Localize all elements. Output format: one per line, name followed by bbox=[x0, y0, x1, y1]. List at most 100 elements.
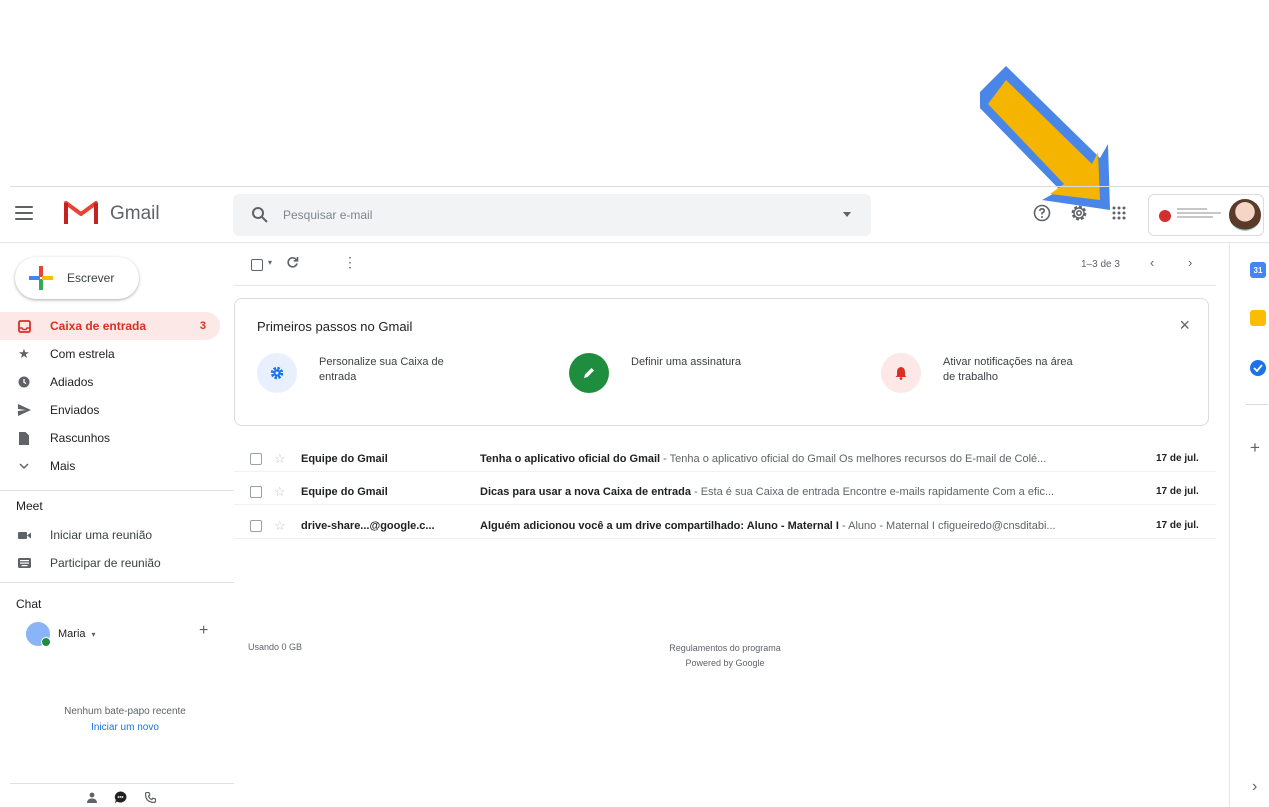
meet-item-label: Participar de reunião bbox=[50, 556, 161, 570]
email-date: 17 de jul. bbox=[1156, 453, 1199, 464]
no-chats-text: Nenhum bate-papo recente bbox=[64, 706, 186, 717]
sidebar-item-snoozed[interactable]: Adiados bbox=[0, 368, 220, 396]
gmail-logo-icon[interactable] bbox=[64, 198, 98, 224]
unread-count-badge: 3 bbox=[199, 320, 206, 332]
email-preview: Alguém adicionou você a um drive compart… bbox=[480, 520, 1120, 532]
email-sender: Equipe do Gmail bbox=[301, 485, 388, 498]
email-snippet: - Esta é sua Caixa de entrada Encontre e… bbox=[690, 485, 1055, 498]
sidebar-item-label: Caixa de entrada bbox=[50, 319, 147, 333]
phone-icon[interactable] bbox=[142, 790, 158, 804]
program-policies-link[interactable]: Regulamentos do programa bbox=[620, 641, 830, 656]
get-addons-plus-icon[interactable]: + bbox=[1250, 438, 1260, 458]
sidebar-item-label: Com estrela bbox=[50, 347, 115, 361]
task-set-signature[interactable]: Definir uma assinatura bbox=[569, 353, 761, 393]
send-icon bbox=[16, 402, 32, 418]
sidebar-item-more[interactable]: Mais bbox=[0, 452, 220, 480]
account-switcher[interactable] bbox=[1148, 194, 1264, 236]
chat-user-status[interactable]: Maria ▾ bbox=[26, 622, 96, 647]
email-subject: Alguém adicionou você a um drive compart… bbox=[480, 519, 839, 532]
video-icon bbox=[16, 531, 32, 540]
compose-label: Escrever bbox=[67, 271, 115, 285]
toolbar-divider bbox=[234, 285, 1216, 286]
rail-divider bbox=[1246, 404, 1268, 405]
search-icon[interactable] bbox=[251, 206, 269, 224]
apps-grid-icon[interactable] bbox=[1108, 202, 1130, 224]
settings-gear-icon[interactable] bbox=[1068, 202, 1090, 224]
meet-item-label: Iniciar uma reunião bbox=[50, 528, 153, 542]
main-menu-icon[interactable] bbox=[12, 201, 36, 225]
table-row[interactable]: ☆ Equipe do Gmail Dicas para usar a nova… bbox=[234, 479, 1216, 505]
onboarding-card: Primeiros passos no Gmail × Personalize … bbox=[234, 298, 1209, 426]
search-bar[interactable]: Pesquisar e-mail bbox=[233, 194, 871, 236]
app-title: Gmail bbox=[110, 203, 160, 224]
select-all-checkbox[interactable] bbox=[251, 259, 263, 274]
email-date: 17 de jul. bbox=[1156, 520, 1199, 531]
row-checkbox[interactable] bbox=[250, 452, 262, 465]
star-icon[interactable]: ☆ bbox=[274, 518, 286, 534]
show-side-panel-chevron-icon[interactable]: › bbox=[1252, 778, 1257, 796]
sidebar-item-label: Mais bbox=[50, 459, 76, 473]
powered-by-text: Powered by Google bbox=[685, 658, 765, 668]
row-checkbox[interactable] bbox=[250, 485, 262, 498]
chat-user-name: Maria bbox=[58, 628, 86, 640]
email-date: 17 de jul. bbox=[1156, 486, 1199, 497]
sidebar-nav: Caixa de entrada 3 ★ Com estrela Adiados… bbox=[0, 312, 220, 480]
star-icon[interactable]: ☆ bbox=[274, 484, 286, 500]
keep-icon[interactable] bbox=[1250, 310, 1266, 326]
tasks-icon[interactable] bbox=[1250, 360, 1266, 376]
footer-links: Regulamentos do programa Powered by Goog… bbox=[620, 641, 830, 671]
task-customize-inbox[interactable]: Personalize sua Caixa de entrada bbox=[257, 353, 449, 393]
more-options-icon[interactable]: ⋮ bbox=[343, 255, 357, 269]
sidebar-divider bbox=[0, 490, 234, 491]
email-snippet: - Aluno - Maternal I cfigueiredo@cnsdita… bbox=[838, 519, 1056, 532]
new-chat-plus-icon[interactable]: + bbox=[199, 622, 208, 640]
task-enable-notifications[interactable]: Ativar notificações na área de trabalho bbox=[881, 353, 1073, 393]
sidebar-item-starred[interactable]: ★ Com estrela bbox=[0, 340, 220, 368]
gmail-screenshot: Gmail Pesquisar e-mail Escrever Caixa de… bbox=[0, 0, 1269, 807]
email-preview: Tenha o aplicativo oficial do Gmail - Te… bbox=[480, 453, 1120, 465]
storage-usage: Usando 0 GB bbox=[248, 642, 303, 652]
calendar-icon[interactable]: 31 bbox=[1250, 262, 1266, 278]
avatar[interactable] bbox=[1229, 199, 1261, 231]
pen-icon bbox=[569, 353, 609, 393]
chevron-down-icon bbox=[16, 458, 32, 474]
email-preview: Dicas para usar a nova Caixa de entrada … bbox=[480, 486, 1120, 498]
contacts-icon[interactable] bbox=[84, 790, 100, 804]
sidebar-item-inbox[interactable]: Caixa de entrada 3 bbox=[0, 312, 220, 340]
search-options-icon[interactable] bbox=[843, 212, 851, 217]
email-snippet: - Tenha o aplicativo oficial do Gmail Os… bbox=[660, 452, 1047, 465]
onboarding-title: Primeiros passos no Gmail bbox=[257, 319, 413, 334]
compose-plus-icon bbox=[29, 266, 53, 290]
compose-button[interactable]: Escrever bbox=[15, 257, 139, 299]
meet-start-meeting[interactable]: Iniciar uma reunião bbox=[16, 525, 152, 545]
select-dropdown-icon[interactable]: ▾ bbox=[268, 258, 272, 267]
table-row[interactable]: ☆ Equipe do Gmail Tenha o aplicativo ofi… bbox=[234, 446, 1216, 472]
chevron-down-icon: ▾ bbox=[91, 629, 96, 639]
sidebar-item-label: Rascunhos bbox=[50, 431, 111, 445]
organization-logo-icon bbox=[1159, 210, 1171, 222]
table-row[interactable]: ☆ drive-share...@google.c... Alguém adic… bbox=[234, 513, 1216, 539]
row-checkbox[interactable] bbox=[250, 519, 262, 532]
refresh-icon[interactable] bbox=[286, 256, 299, 272]
meet-heading: Meet bbox=[16, 499, 43, 513]
help-icon[interactable] bbox=[1031, 202, 1053, 224]
sidebar-item-drafts[interactable]: Rascunhos bbox=[0, 424, 220, 452]
email-subject: Tenha o aplicativo oficial do Gmail bbox=[480, 452, 661, 465]
avatar bbox=[26, 622, 51, 647]
search-input[interactable]: Pesquisar e-mail bbox=[283, 208, 372, 222]
top-bar: Gmail Pesquisar e-mail bbox=[0, 187, 1269, 243]
meet-join-meeting[interactable]: Participar de reunião bbox=[16, 553, 161, 573]
task-label: Ativar notificações na área de trabalho bbox=[943, 356, 1073, 383]
calendar-day: 31 bbox=[1253, 265, 1263, 275]
start-new-chat-link[interactable]: Iniciar um novo bbox=[0, 722, 250, 733]
pagination-text: 1–3 de 3 bbox=[1081, 259, 1120, 270]
chat-heading: Chat bbox=[16, 597, 42, 611]
chevron-right-icon[interactable]: › bbox=[1188, 255, 1192, 270]
chat-bubble-icon[interactable] bbox=[112, 790, 128, 804]
star-icon[interactable]: ☆ bbox=[274, 451, 286, 467]
sidebar-item-sent[interactable]: Enviados bbox=[0, 396, 220, 424]
close-icon[interactable]: × bbox=[1179, 315, 1190, 336]
task-label: Personalize sua Caixa de entrada bbox=[319, 356, 444, 383]
chevron-left-icon[interactable]: ‹ bbox=[1150, 255, 1154, 270]
inbox-icon bbox=[16, 318, 32, 334]
